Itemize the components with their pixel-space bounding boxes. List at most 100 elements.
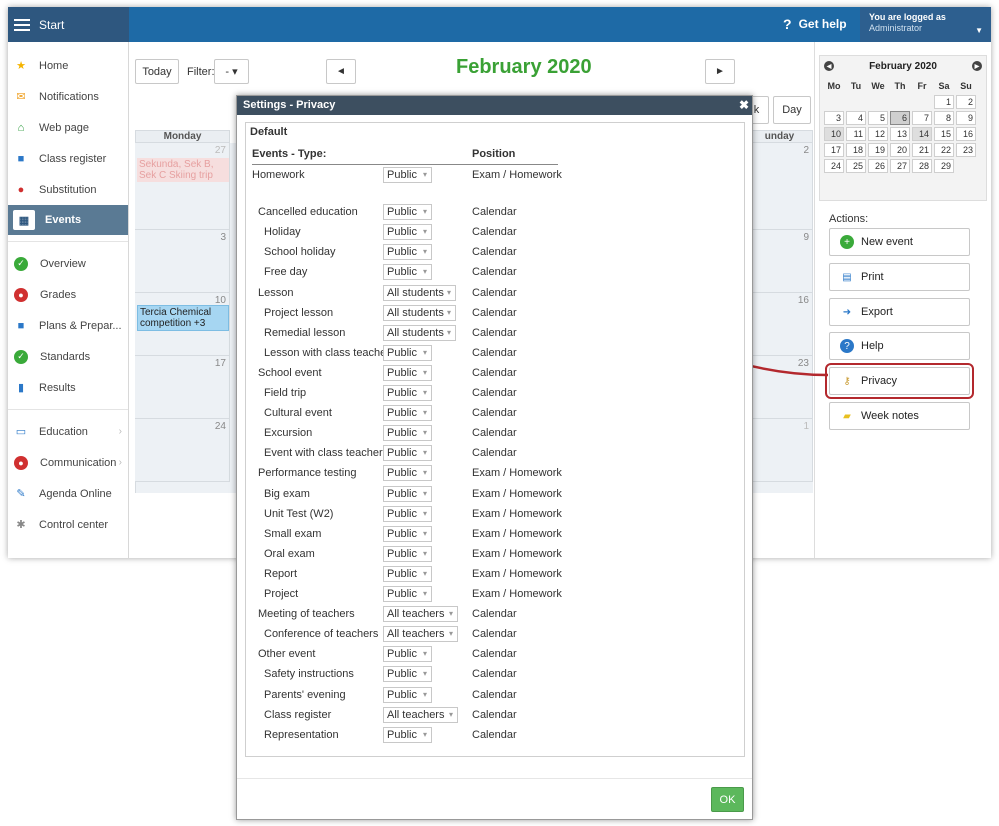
mini-day[interactable]: 4 [846,111,866,125]
visibility-select[interactable]: Public ▾ [383,505,432,522]
visibility-select[interactable]: Public ▾ [383,445,432,462]
mini-day[interactable]: 24 [824,159,844,173]
visibility-select[interactable]: Public ▾ [383,565,432,582]
visibility-select[interactable]: Public ▾ [383,545,432,562]
next-month-button[interactable]: ► [705,59,735,84]
sidebar-item-grades[interactable]: ● Grades [8,279,128,310]
mini-day[interactable]: 13 [890,127,910,141]
sidebar-item-results[interactable]: ▮ Results [8,372,128,403]
visibility-select[interactable]: Public ▾ [383,224,432,241]
mini-day[interactable]: 9 [956,111,976,125]
mini-day[interactable]: 15 [934,127,954,141]
visibility-select[interactable]: Public ▾ [383,425,432,442]
visibility-select[interactable]: All students ▾ [383,304,456,321]
mini-day[interactable]: 20 [890,143,910,157]
event-skiing-trip[interactable]: Sekunda, Sek B, Sek C Skiing trip [137,158,229,182]
mini-day[interactable]: 29 [934,159,954,173]
visibility-select[interactable]: Public ▾ [383,525,432,542]
visibility-select[interactable]: Public ▾ [383,204,432,221]
close-icon[interactable]: ✖ [739,96,749,115]
new-event-button[interactable]: + New event [829,228,970,256]
visibility-select[interactable]: Public ▾ [383,405,432,422]
filter-select[interactable]: - ▾ [214,59,249,84]
sidebar-item-substitution[interactable]: ● Substitution [8,174,128,205]
visibility-select[interactable]: All students ▾ [383,284,456,301]
visibility-select[interactable]: Public ▾ [383,465,432,482]
day-cell[interactable]: 9 [746,230,813,293]
visibility-select[interactable]: Public ▾ [383,264,432,281]
week-notes-button[interactable]: ▰ Week notes [829,402,970,430]
mini-day[interactable]: 18 [846,143,866,157]
day-cell[interactable]: 16 [746,293,813,356]
sidebar-item-control-center[interactable]: ✱ Control center [8,509,128,540]
mini-day[interactable]: 2 [956,95,976,109]
visibility-select[interactable]: Public ▾ [383,646,432,663]
mini-day[interactable]: 28 [912,159,932,173]
visibility-select[interactable]: Public ▾ [383,385,432,401]
day-view-button[interactable]: Day [773,96,811,124]
visibility-select[interactable]: All students ▾ [383,324,456,341]
visibility-select[interactable]: All teachers ▾ [383,626,458,643]
start-menu-button[interactable]: Start [8,7,129,42]
day-cell[interactable]: 24 [135,419,230,482]
print-button[interactable]: ▤ Print [829,263,970,291]
visibility-select[interactable]: Public ▾ [383,167,432,183]
mini-next-icon[interactable]: ▶ [971,61,982,71]
event-chemical-competition[interactable]: Tercia Chemical competition +3 [137,305,229,331]
sidebar-item-communication[interactable]: ● Communication › [8,447,128,478]
visibility-select[interactable]: Public ▾ [383,666,432,683]
sidebar-item-education[interactable]: ▭ Education › [8,416,128,447]
mini-day[interactable]: 1 [934,95,954,109]
mini-day[interactable]: 25 [846,159,866,173]
visibility-select[interactable]: Public ▾ [383,244,432,261]
day-cell[interactable]: 2 [746,143,813,230]
user-menu[interactable]: You are logged as Administrator ▼ [860,7,991,42]
visibility-select[interactable]: Public ▾ [383,485,432,502]
day-cell[interactable]: 17 [135,356,230,419]
visibility-select[interactable]: Public ▾ [383,726,432,743]
get-help-link[interactable]: ? Get help [783,16,847,32]
export-button[interactable]: ➜ Export [829,298,970,326]
mini-day[interactable]: 11 [846,127,866,141]
mini-day[interactable]: 21 [912,143,932,157]
mini-day[interactable]: 17 [824,143,844,157]
mini-day[interactable]: 3 [824,111,844,125]
mini-day[interactable]: 5 [868,111,888,125]
sidebar-item-standards[interactable]: ✓ Standards [8,341,128,372]
today-button[interactable]: Today [135,59,179,84]
day-cell[interactable]: 27 [135,143,230,230]
mini-day[interactable]: 22 [934,143,954,157]
privacy-button[interactable]: ⚷ Privacy [825,363,974,399]
sidebar-item-plans-prepar[interactable]: ■ Plans & Prepar... [8,310,128,341]
sidebar-item-web-page[interactable]: ⌂ Web page [8,112,128,143]
sidebar-item-home[interactable]: ★ Home [8,50,128,81]
visibility-select[interactable]: Public ▾ [383,364,432,381]
ok-button[interactable]: OK [711,787,744,812]
sidebar-item-class-register[interactable]: ■ Class register [8,143,128,174]
visibility-select[interactable]: Public ▾ [383,344,432,361]
mini-prev-icon[interactable]: ◀ [824,61,834,71]
mini-day[interactable]: 16 [956,127,976,141]
mini-day[interactable]: 26 [868,159,888,173]
day-cell[interactable]: 23 [746,356,813,419]
day-cell[interactable]: 3 [135,230,230,293]
mini-day[interactable]: 23 [956,143,976,157]
prev-month-button[interactable]: ◄ [326,59,356,84]
visibility-select[interactable]: All teachers ▾ [383,706,458,723]
mini-day[interactable]: 19 [868,143,888,157]
mini-day[interactable]: 7 [912,111,932,125]
sidebar-item-events[interactable]: ▦ Events [8,205,128,235]
mini-day[interactable]: 14 [912,127,932,141]
visibility-select[interactable]: All teachers ▾ [383,606,458,623]
mini-day[interactable]: 10 [824,127,844,141]
mini-day[interactable]: 8 [934,111,954,125]
sidebar-item-notifications[interactable]: ✉ Notifications [8,81,128,112]
day-cell[interactable]: 1 [746,419,813,482]
sidebar-item-overview[interactable]: ✓ Overview [8,248,128,279]
mini-day[interactable]: 27 [890,159,910,173]
sidebar-item-agenda-online[interactable]: ✎ Agenda Online [8,478,128,509]
visibility-select[interactable]: Public ▾ [383,586,432,602]
help-button[interactable]: ? Help [829,332,970,360]
mini-day[interactable]: 12 [868,127,888,141]
visibility-select[interactable]: Public ▾ [383,686,432,703]
